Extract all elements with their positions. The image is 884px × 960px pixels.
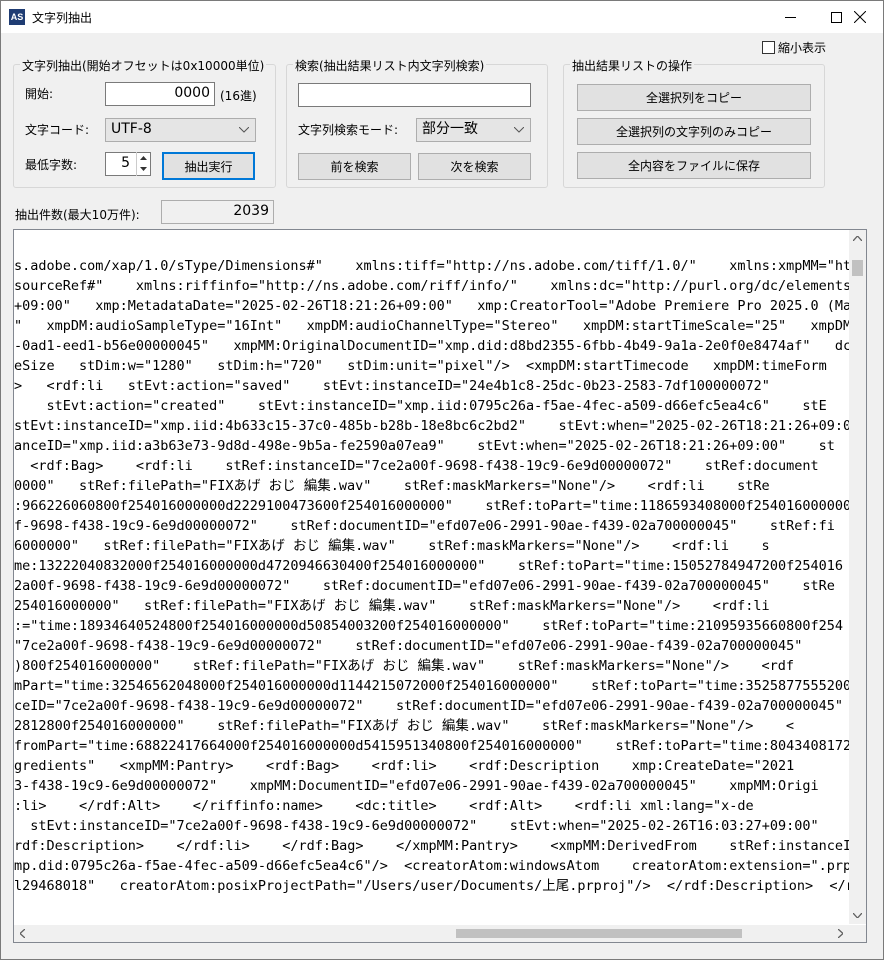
- vertical-scrollbar[interactable]: [849, 230, 866, 924]
- find-prev-button[interactable]: 前を検索: [298, 153, 411, 180]
- start-label: 開始:: [25, 87, 54, 101]
- encoding-select[interactable]: UTF-8: [105, 118, 256, 142]
- close-icon: [854, 11, 866, 23]
- search-mode-select[interactable]: 部分一致: [416, 118, 531, 142]
- min-chars-spinner[interactable]: [136, 152, 150, 176]
- list-item[interactable]: +09:00" xmp:MetadataDate="2025-02-26T18:…: [14, 296, 849, 316]
- list-item[interactable]: stEvt:action="created" stEvt:instanceID=…: [14, 396, 849, 416]
- list-item[interactable]: rdf:Description> </rdf:li> </rdf:Bag> </…: [14, 836, 849, 856]
- list-item[interactable]: gredients" <xmpMM:Pantry> <rdf:Bag> <rdf…: [14, 756, 849, 776]
- spin-up-button[interactable]: [137, 152, 150, 163]
- list-item[interactable]: > <rdf:li stEvt:action="saved" stEvt:ins…: [14, 376, 849, 396]
- list-item[interactable]: :li> </rdf:Alt> </riffinfo:name> <dc:tit…: [14, 796, 849, 816]
- start-unit-label: (16進): [220, 89, 257, 103]
- chevron-down-icon: [239, 127, 249, 133]
- list-item[interactable]: :="time:18934640524800f254016000000d5085…: [14, 616, 849, 636]
- chevron-down-icon: [514, 127, 524, 133]
- chevron-down-icon: [140, 166, 147, 171]
- chevron-left-icon: [20, 929, 25, 938]
- title-bar[interactable]: AS 文字列抽出: [1, 1, 883, 33]
- chevron-down-icon: [853, 913, 862, 918]
- list-item[interactable]: me:13222040832000f254016000000d472094663…: [14, 556, 849, 576]
- minimize-button[interactable]: [767, 1, 813, 33]
- list-item[interactable]: eSize stDim:w="1280" stDim:h="720" stDim…: [14, 356, 849, 376]
- horizontal-scrollbar[interactable]: [14, 925, 866, 942]
- results-lines[interactable]: s.adobe.com/xap/1.0/sType/Dimensions#" x…: [14, 256, 849, 924]
- chevron-right-icon: [838, 929, 843, 938]
- compact-view-label: 縮小表示: [778, 41, 827, 55]
- list-item[interactable]: " xmpDM:audioSampleType="16Int" xmpDM:au…: [14, 316, 849, 336]
- copy-selected-button[interactable]: 全選択列をコピー: [577, 84, 811, 111]
- scrollbar-corner: [849, 925, 866, 942]
- checkbox-box[interactable]: [762, 41, 775, 54]
- compact-view-checkbox[interactable]: 縮小表示: [762, 39, 826, 56]
- list-item[interactable]: anceID="xmp.iid:a3b63e73-9d8d-498e-9b5a-…: [14, 436, 849, 456]
- scroll-left-button[interactable]: [14, 925, 31, 942]
- list-item[interactable]: mPart="time:32546562048000f254016000000d…: [14, 676, 849, 696]
- list-item[interactable]: 0000" stRef:filePath="FIXあげ おじ 編集.wav" s…: [14, 476, 849, 496]
- horizontal-scroll-thumb[interactable]: [456, 929, 742, 938]
- result-count-value: 2039: [161, 200, 274, 224]
- list-item[interactable]: <rdf:Bag> <rdf:li stRef:instanceID="7ce2…: [14, 456, 849, 476]
- scroll-up-button[interactable]: [849, 230, 866, 247]
- list-ops-group-legend: 抽出結果リストの操作: [570, 57, 695, 74]
- list-item[interactable]: f-9698-f438-19c9-6e9d00000072" stRef:doc…: [14, 516, 849, 536]
- search-mode-label: 文字列検索モード:: [298, 123, 399, 137]
- list-item[interactable]: :966226060800f254016000000d2229100473600…: [14, 496, 849, 516]
- list-item[interactable]: mp.did:0795c26a-f5ae-4fec-a509-d66efc5ea…: [14, 856, 849, 876]
- list-item[interactable]: -0ad1-eed1-b56e00000045" xmpMM:OriginalD…: [14, 336, 849, 356]
- scroll-right-button[interactable]: [832, 925, 849, 942]
- list-item[interactable]: 2812800f254016000000" stRef:filePath="FI…: [14, 716, 849, 736]
- encoding-value: UTF-8: [111, 121, 152, 137]
- extract-group-legend: 文字列抽出(開始オフセットは0x10000単位): [20, 57, 267, 74]
- list-item[interactable]: stEvt:instanceID="xmp.iid:4b633c15-37c0-…: [14, 416, 849, 436]
- scroll-down-button[interactable]: [849, 907, 866, 924]
- find-next-button[interactable]: 次を検索: [418, 153, 531, 180]
- list-item[interactable]: stEvt:instanceID="7ce2a00f-9698-f438-19c…: [14, 816, 849, 836]
- list-item[interactable]: 3-f438-19c9-6e9d00000072" xmpMM:Document…: [14, 776, 849, 796]
- copy-strings-button[interactable]: 全選択列の文字列のみコピー: [577, 118, 811, 145]
- list-item[interactable]: ceID="7ce2a00f-9698-f438-19c9-6e9d000000…: [14, 696, 849, 716]
- vertical-scroll-thumb[interactable]: [852, 260, 863, 276]
- close-button[interactable]: [837, 1, 883, 33]
- search-group-legend: 検索(抽出結果リスト内文字列検索): [293, 57, 487, 74]
- save-to-file-button[interactable]: 全内容をファイルに保存: [577, 152, 811, 179]
- list-item[interactable]: l29468018" creatorAtom:posixProjectPath=…: [14, 876, 849, 896]
- start-offset-input[interactable]: 0000: [105, 82, 215, 106]
- list-item[interactable]: "7ce2a00f-9698-f438-19c9-6e9d00000072" s…: [14, 636, 849, 656]
- app-window: AS 文字列抽出 縮小表示 文字列抽出(開始オフセットは0x10000単位) 開…: [0, 0, 884, 960]
- list-item[interactable]: 2a00f-9698-f438-19c9-6e9d00000072" stRef…: [14, 576, 849, 596]
- chevron-up-icon: [140, 155, 147, 160]
- min-chars-label: 最低字数:: [25, 158, 78, 172]
- app-icon: AS: [9, 9, 25, 25]
- list-item[interactable]: )800f254016000000" stRef:filePath="FIXあげ…: [14, 656, 849, 676]
- window-title: 文字列抽出: [32, 11, 93, 25]
- list-item[interactable]: 6000000" stRef:filePath="FIXあげ おじ 編集.wav…: [14, 536, 849, 556]
- run-extract-button[interactable]: 抽出実行: [162, 152, 255, 180]
- chevron-up-icon: [853, 236, 862, 241]
- list-item[interactable]: s.adobe.com/xap/1.0/sType/Dimensions#" x…: [14, 256, 849, 276]
- minimize-icon: [784, 16, 796, 18]
- min-chars-value: 5: [121, 155, 130, 171]
- result-count-label: 抽出件数(最大10万件):: [15, 208, 140, 222]
- results-listbox[interactable]: s.adobe.com/xap/1.0/sType/Dimensions#" x…: [13, 229, 867, 943]
- spin-down-button[interactable]: [137, 163, 150, 174]
- list-item[interactable]: fromPart="time:68822417664000f2540160000…: [14, 736, 849, 756]
- list-item[interactable]: sourceRef#" xmlns:riffinfo="http://ns.ad…: [14, 276, 849, 296]
- search-mode-value: 部分一致: [422, 121, 478, 137]
- search-input[interactable]: [298, 83, 531, 107]
- encoding-label: 文字コード:: [25, 123, 90, 137]
- list-item[interactable]: 254016000000" stRef:filePath="FIXあげ おじ 編…: [14, 596, 849, 616]
